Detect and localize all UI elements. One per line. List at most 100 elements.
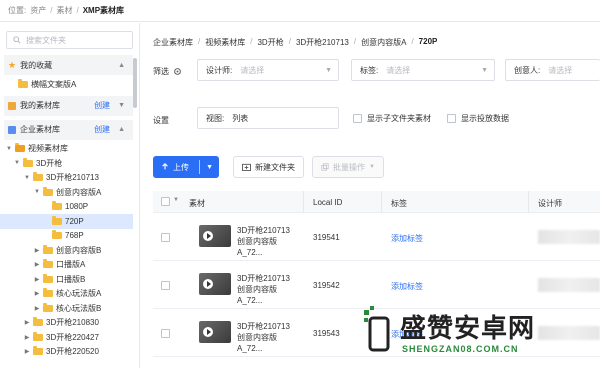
tree-item-3d-gun-220427[interactable]: ▶ 3D开枪220427 <box>0 330 139 345</box>
tree-item-video-library[interactable]: ▼ 视频素材库 <box>0 142 139 157</box>
chevron-down-icon[interactable]: ▼ <box>206 164 213 171</box>
my-library-section[interactable]: 我的素材库 创建 ▼ <box>4 95 133 116</box>
tags-select[interactable]: 标签: 请选择 ▼ <box>351 59 495 81</box>
caret-right-icon[interactable]: ▶ <box>34 305 40 312</box>
folder-icon <box>52 201 62 211</box>
breadcrumb-item[interactable]: 视频素材库 <box>205 37 245 48</box>
tree-item-core-b[interactable]: ▶ 核心玩法版B <box>0 301 139 316</box>
material-name[interactable]: 3D开枪210713创意内容版A_72... <box>237 321 297 354</box>
topbar-current-page: XMP素材库 <box>82 6 125 15</box>
folder-icon <box>52 230 62 240</box>
topbar-path-assets[interactable]: 资产 <box>30 5 46 16</box>
select-all-checkbox[interactable] <box>161 197 170 206</box>
material-name[interactable]: 3D开枪210713创意内容版A_72... <box>237 225 297 258</box>
view-select[interactable]: 视图: 列表 <box>197 107 339 129</box>
watermark-subtitle: SHENGZAN08.COM.CN <box>402 344 519 354</box>
caret-right-icon[interactable]: ▶ <box>24 319 30 326</box>
button-divider <box>199 160 200 174</box>
tree-item-label: 3D开枪220427 <box>46 332 99 342</box>
tree-item-voice-a[interactable]: ▶ 口播版A <box>0 258 139 273</box>
lock-folder-icon <box>15 143 25 153</box>
caret-right-icon[interactable]: ▶ <box>34 290 40 297</box>
show-delivery-label: 显示投放数据 <box>461 114 509 123</box>
designer-select[interactable]: 设计师: 请选择 ▼ <box>197 59 339 81</box>
folder-search-input[interactable]: 搜索文件夹 <box>6 31 133 49</box>
folder-icon <box>52 215 62 225</box>
topbar-path-materials[interactable]: 素材 <box>56 5 72 16</box>
tree-item-3d-gun-210713[interactable]: ▼ 3D开枪210713 <box>0 171 139 186</box>
tree-item-creative-a[interactable]: ▼ 创意内容版A <box>0 185 139 200</box>
column-header-local-id[interactable]: Local ID <box>313 198 342 207</box>
chevron-down-icon[interactable]: ▼ <box>173 197 179 203</box>
show-delivery-checkbox[interactable] <box>447 114 456 123</box>
library-icon <box>8 101 16 110</box>
chevron-up-icon[interactable]: ▲ <box>118 62 125 69</box>
folder-icon <box>33 172 43 182</box>
caret-down-icon[interactable]: ▼ <box>6 146 12 152</box>
show-delivery-option[interactable]: 显示投放数据 <box>447 113 509 124</box>
video-thumbnail[interactable] <box>199 273 231 295</box>
phone-logo-icon <box>364 306 390 352</box>
local-id: 319542 <box>313 281 340 290</box>
table-row[interactable]: 3D开枪210713创意内容版A_72... 319541 添加标签 <box>153 213 600 261</box>
caret-down-icon[interactable]: ▼ <box>24 175 30 181</box>
breadcrumb-item[interactable]: 企业素材库 <box>153 37 193 48</box>
favorites-section[interactable]: ★ 我的收藏 ▲ <box>4 55 133 75</box>
breadcrumb-item[interactable]: 3D开枪 <box>257 37 283 48</box>
my-library-create-button[interactable]: 创建 <box>94 100 110 111</box>
breadcrumb-item[interactable]: 创意内容版A <box>361 37 406 48</box>
caret-right-icon[interactable]: ▶ <box>24 348 30 355</box>
add-tag-link[interactable]: 添加标签 <box>391 233 423 244</box>
row-checkbox[interactable] <box>161 281 170 290</box>
breadcrumb-separator: / <box>411 37 414 46</box>
row-checkbox[interactable] <box>161 329 170 338</box>
toolbar: 上传 ▼ 新建文件夹 批量操作 ▼ <box>153 156 384 178</box>
favorite-item[interactable]: 横幅文案版A <box>0 77 139 92</box>
add-tag-link[interactable]: 添加标签 <box>391 281 423 292</box>
breadcrumb-separator: / <box>198 37 201 46</box>
chevron-down-icon[interactable]: ▼ <box>118 102 125 109</box>
tree-item-720p[interactable]: 720P <box>0 214 133 229</box>
show-subfolder-option[interactable]: 显示子文件夹素材 <box>353 113 431 124</box>
caret-down-icon[interactable]: ▼ <box>34 189 40 195</box>
tree-item-3d-gun-210830[interactable]: ▶ 3D开枪210830 <box>0 316 139 331</box>
row-checkbox[interactable] <box>161 233 170 242</box>
enterprise-library-section[interactable]: 企业素材库 创建 ▲ <box>4 119 133 140</box>
copy-icon <box>321 163 329 171</box>
tree-item-768p[interactable]: 768P <box>0 229 139 244</box>
caret-right-icon[interactable]: ▶ <box>34 247 40 254</box>
site-watermark: 盛赞安卓网 SHENGZAN08.COM.CN <box>356 300 600 368</box>
batch-operation-button[interactable]: 批量操作 ▼ <box>312 156 384 178</box>
caret-right-icon[interactable]: ▶ <box>34 261 40 268</box>
tree-item-label: 口播版B <box>56 274 86 284</box>
table-header: ▼ 素材 Local ID 标签 设计师 <box>153 191 600 213</box>
material-name[interactable]: 3D开枪210713创意内容版A_72... <box>237 273 297 306</box>
show-subfolder-checkbox[interactable] <box>353 114 362 123</box>
chevron-down-icon: ▼ <box>325 66 332 74</box>
enterprise-library-create-button[interactable]: 创建 <box>94 124 110 135</box>
folder-icon <box>23 157 33 167</box>
tree-item-voice-b[interactable]: ▶ 口播版B <box>0 272 139 287</box>
search-placeholder: 搜索文件夹 <box>26 35 66 45</box>
column-header-designer: 设计师 <box>538 199 562 208</box>
tree-item-creative-b[interactable]: ▶ 创意内容版B <box>0 243 139 258</box>
new-folder-button[interactable]: 新建文件夹 <box>233 156 304 178</box>
tree-item-label: 3D开枪210830 <box>46 318 99 328</box>
gear-icon[interactable] <box>173 67 182 76</box>
video-thumbnail[interactable] <box>199 225 231 247</box>
tree-item-label: 768P <box>65 231 84 241</box>
creator-select[interactable]: 创意人: 请选择 <box>505 59 600 81</box>
tree-item-3d-gun[interactable]: ▼ 3D开枪 <box>0 156 139 171</box>
tree-item-core-a[interactable]: ▶ 核心玩法版A <box>0 287 139 302</box>
search-icon <box>13 36 21 44</box>
caret-right-icon[interactable]: ▶ <box>24 334 30 341</box>
chevron-up-icon[interactable]: ▲ <box>118 126 125 133</box>
tree-item-3d-gun-220520[interactable]: ▶ 3D开枪220520 <box>0 345 139 360</box>
caret-right-icon[interactable]: ▶ <box>34 276 40 283</box>
tree-item-1080p[interactable]: 1080P <box>0 200 139 215</box>
chevron-down-icon: ▼ <box>481 66 488 74</box>
video-thumbnail[interactable] <box>199 321 231 343</box>
upload-button[interactable]: 上传 ▼ <box>153 156 219 178</box>
breadcrumb-item[interactable]: 3D开枪210713 <box>296 37 349 48</box>
caret-down-icon[interactable]: ▼ <box>14 160 20 166</box>
